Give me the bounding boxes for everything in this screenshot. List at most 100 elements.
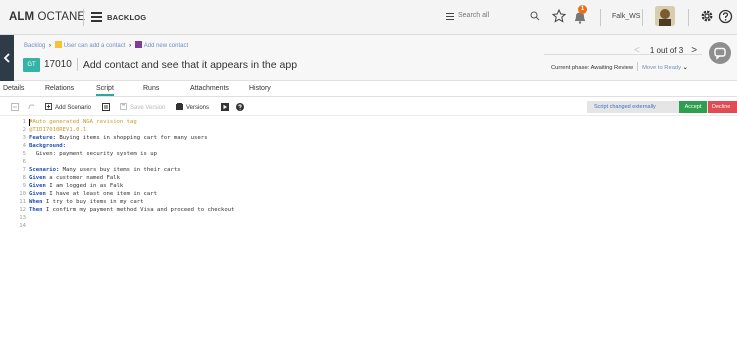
breadcrumb-separator: › [49, 43, 52, 49]
code-text: Given a customer named Falk [29, 174, 120, 182]
breadcrumb: Backlog › User can add a contact › Add n… [24, 41, 188, 49]
comment-icon [714, 47, 726, 60]
entity-title[interactable]: Add contact and see that it appears in t… [83, 59, 297, 71]
help-icon[interactable] [718, 9, 733, 24]
entity-header: Backlog › User can add a contact › Add n… [0, 35, 737, 81]
back-button[interactable] [0, 35, 14, 81]
comments-button[interactable] [709, 42, 731, 64]
run-icon[interactable] [221, 103, 229, 111]
code-text: Given I have at least one item in cart [29, 190, 157, 198]
app-logo[interactable]: ALM OCTANE [9, 11, 85, 23]
code-token: I have at least one item in cart [45, 191, 157, 197]
tab-history[interactable]: History [249, 85, 271, 92]
code-token: I confirm my payment method Visa and pro… [42, 207, 235, 213]
divider [637, 62, 639, 71]
code-token: a customer named Falk [45, 175, 120, 181]
versions-button[interactable]: Versions [176, 103, 209, 111]
user-story-badge-icon [54, 41, 62, 48]
brand-bold: ALM [9, 11, 35, 23]
move-to-ready-button[interactable]: Move to Ready ⌄ [642, 65, 687, 71]
line-number: 3 [22, 135, 26, 141]
line-number: 5 [22, 151, 26, 157]
versions-icon [176, 103, 183, 110]
hamburger-icon[interactable] [91, 12, 102, 22]
line-number: 8 [22, 175, 26, 181]
module-name[interactable]: BACKLOG [107, 13, 146, 22]
gherkin-keyword: Then [29, 207, 43, 213]
search-icon[interactable] [530, 11, 540, 21]
code-text: @TID17010REV1.0.1 [29, 126, 86, 134]
gherkin-keyword: Given [29, 183, 46, 189]
tab-attachments[interactable]: Attachments [190, 85, 229, 92]
chevron-down-icon: ⌄ [682, 65, 688, 71]
divider [688, 9, 689, 26]
gherkin-keyword: Given [29, 175, 46, 181]
line-number: 4 [22, 143, 26, 149]
accept-button[interactable]: Accept [679, 101, 707, 113]
line-number: 7 [22, 167, 26, 173]
help-circle-icon[interactable] [236, 103, 244, 111]
search-input[interactable]: Search all [458, 12, 489, 19]
move-to-ready-label: Move to Ready [642, 65, 682, 71]
script-editor[interactable]: 1 #Auto generated NGA revision tag 2 @TID17… [0, 116, 737, 338]
save-version-label: Save Version [130, 105, 166, 111]
line-number: 12 [19, 207, 26, 213]
line-number: 10 [19, 191, 26, 197]
external-change-bar: Script changed externally Accept Decline [587, 101, 737, 113]
gear-icon[interactable] [700, 9, 714, 23]
tab-details[interactable]: Details [3, 85, 24, 92]
undo-icon[interactable] [11, 103, 19, 111]
code-token: I am logged in as Falk [45, 183, 124, 189]
line-number: 1 [22, 119, 26, 125]
gherkin-keyword: Scenario: [29, 167, 60, 173]
gherkin-keyword: Given [29, 191, 46, 197]
line-number: 11 [19, 199, 26, 205]
tab-bar: Details Relations Script Runs Attachment… [0, 81, 737, 97]
notification-badge: 1 [578, 5, 587, 14]
divider [544, 54, 702, 55]
current-phase: Current phase: Awaiting Review [551, 65, 634, 71]
username[interactable]: Falk_WS [612, 13, 640, 20]
divider [600, 9, 601, 26]
avatar[interactable] [655, 6, 675, 26]
entity-type-badge: GT [23, 57, 40, 72]
gherkin-keyword: Background: [29, 143, 67, 149]
chevron-left-icon [3, 53, 10, 63]
save-icon [120, 103, 127, 110]
add-scenario-label: Add Scenario [55, 105, 92, 111]
search-scope-icon[interactable] [446, 13, 454, 21]
versions-label: Versions [186, 105, 210, 111]
gherkin-keyword: Feature: [29, 135, 56, 141]
redo-icon[interactable] [28, 103, 36, 111]
task-badge-icon [134, 41, 142, 48]
phase-area: Current phase: Awaiting Review Move to Re… [551, 62, 688, 71]
tab-relations[interactable]: Relations [45, 85, 74, 92]
decline-button[interactable]: Decline [708, 101, 737, 113]
code-text: Background: [29, 142, 66, 150]
breadcrumb-user-story[interactable]: User can add a contact [64, 43, 126, 49]
divider [83, 9, 84, 26]
scenario-outline-icon[interactable] [102, 103, 110, 111]
breadcrumb-subitem[interactable]: Add new contact [144, 43, 188, 49]
code-token: Given: payment security system is up [29, 151, 157, 157]
code-text: Given I am logged in as Falk [29, 182, 123, 190]
code-token: Buying items in shopping cart for many u… [55, 135, 208, 141]
code-tag: @TID17010REV1.0.1 [29, 127, 87, 133]
add-scenario-button[interactable]: Add Scenario [45, 103, 91, 111]
entity-id: 17010 [44, 59, 72, 71]
gherkin-keyword: When [29, 199, 43, 205]
divider [642, 9, 643, 26]
search-box[interactable]: Search all [446, 8, 542, 27]
line-number: 9 [22, 183, 26, 189]
top-bar: ALM OCTANE BACKLOG Search all 1 Falk_WS [0, 0, 737, 35]
star-icon[interactable] [552, 9, 566, 23]
save-version-button[interactable]: Save Version [120, 103, 165, 111]
tab-script[interactable]: Script [96, 85, 114, 96]
code-text: Feature: Buying items in shopping cart f… [29, 134, 208, 142]
external-change-text: Script changed externally [594, 104, 656, 110]
breadcrumb-separator: › [129, 43, 132, 49]
breadcrumb-backlog[interactable]: Backlog [24, 43, 45, 49]
brand-rest: OCTANE [34, 11, 86, 23]
tab-runs[interactable]: Runs [143, 85, 159, 92]
line-number: 13 [19, 215, 26, 221]
